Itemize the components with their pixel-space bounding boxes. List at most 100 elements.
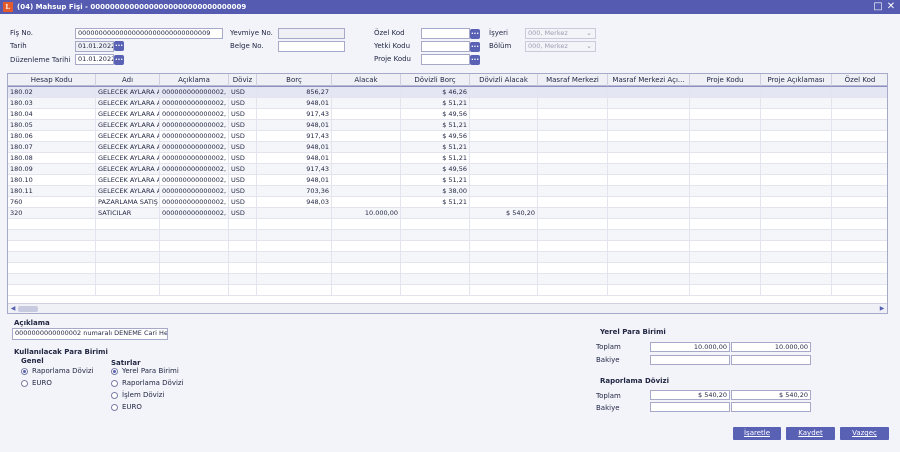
table-row[interactable]: 180.03 GELECEK AYLARA Aİ 000000000000002, U… — [8, 98, 887, 109]
table-cell[interactable]: 320 — [8, 208, 96, 219]
table-cell[interactable] — [332, 109, 401, 120]
table-cell[interactable] — [538, 186, 608, 197]
table-cell[interactable] — [470, 285, 538, 296]
column-header[interactable]: Açıklama — [160, 74, 229, 86]
table-cell[interactable] — [832, 175, 887, 186]
table-cell[interactable] — [761, 98, 832, 109]
table-cell[interactable]: 180.05 — [8, 120, 96, 131]
table-cell[interactable]: $ 51,21 — [401, 197, 470, 208]
maximize-icon[interactable]: □ — [872, 1, 884, 13]
table-cell[interactable] — [160, 230, 229, 241]
table-cell[interactable] — [761, 153, 832, 164]
column-header[interactable]: Dövizli Alacak — [470, 74, 538, 86]
table-cell[interactable]: 180.08 — [8, 153, 96, 164]
table-cell[interactable] — [332, 230, 401, 241]
tarih-picker-button[interactable]: ... — [114, 41, 124, 51]
table-cell[interactable] — [832, 109, 887, 120]
table-cell[interactable] — [8, 219, 96, 230]
table-cell[interactable]: $ 49,56 — [401, 131, 470, 142]
table-cell[interactable] — [401, 219, 470, 230]
table-cell[interactable] — [538, 153, 608, 164]
table-cell[interactable]: USD — [229, 197, 257, 208]
table-cell[interactable] — [690, 230, 761, 241]
radio-genel-euro[interactable]: EURO — [21, 379, 52, 387]
table-cell[interactable]: 856,27 — [257, 87, 332, 98]
table-cell[interactable] — [608, 219, 690, 230]
table-cell[interactable]: $ 46,26 — [401, 87, 470, 98]
scroll-left-icon[interactable]: ◀ — [8, 304, 18, 313]
table-cell[interactable] — [608, 197, 690, 208]
table-cell[interactable] — [761, 109, 832, 120]
table-cell[interactable] — [401, 285, 470, 296]
table-cell[interactable]: 000000000000002, — [160, 120, 229, 131]
table-cell[interactable] — [538, 175, 608, 186]
table-cell[interactable] — [401, 230, 470, 241]
table-cell[interactable] — [96, 274, 160, 285]
belge-no-field[interactable] — [278, 41, 345, 52]
table-cell[interactable]: 000000000000002, — [160, 98, 229, 109]
table-cell[interactable] — [832, 230, 887, 241]
table-cell[interactable]: 948,01 — [257, 98, 332, 109]
table-cell[interactable] — [690, 164, 761, 175]
isyeri-select[interactable]: 000, Merkez ⌄ — [525, 28, 596, 39]
table-cell[interactable]: 948,01 — [257, 142, 332, 153]
table-cell[interactable]: $ 38,00 — [401, 186, 470, 197]
table-cell[interactable] — [470, 164, 538, 175]
table-cell[interactable] — [761, 197, 832, 208]
table-cell[interactable] — [8, 274, 96, 285]
table-cell[interactable]: USD — [229, 87, 257, 98]
table-cell[interactable] — [229, 219, 257, 230]
table-cell[interactable] — [761, 263, 832, 274]
table-cell[interactable] — [832, 153, 887, 164]
table-cell[interactable] — [832, 87, 887, 98]
table-cell[interactable]: USD — [229, 142, 257, 153]
table-row[interactable]: 180.06 GELECEK AYLARA Aİ 000000000000002, U… — [8, 131, 887, 142]
table-cell[interactable] — [257, 274, 332, 285]
table-cell[interactable] — [690, 285, 761, 296]
table-cell[interactable]: $ 540,20 — [470, 208, 538, 219]
table-cell[interactable]: GELECEK AYLARA Aİ — [96, 164, 160, 175]
table-cell[interactable] — [832, 164, 887, 175]
table-cell[interactable]: 703,36 — [257, 186, 332, 197]
table-cell[interactable]: GELECEK AYLARA Aİ — [96, 153, 160, 164]
table-cell[interactable]: $ 49,56 — [401, 164, 470, 175]
table-cell[interactable] — [470, 263, 538, 274]
table-cell[interactable] — [690, 263, 761, 274]
table-cell[interactable] — [538, 230, 608, 241]
table-cell[interactable] — [401, 241, 470, 252]
table-cell[interactable] — [832, 263, 887, 274]
table-row[interactable]: 180.09 GELECEK AYLARA Aİ 000000000000002, U… — [8, 164, 887, 175]
table-cell[interactable] — [8, 263, 96, 274]
table-cell[interactable] — [538, 241, 608, 252]
table-cell[interactable] — [332, 98, 401, 109]
table-cell[interactable]: 948,01 — [257, 120, 332, 131]
yetki-kodu-field[interactable] — [421, 41, 470, 52]
table-cell[interactable]: 000000000000002, — [160, 197, 229, 208]
table-cell[interactable] — [257, 208, 332, 219]
table-cell[interactable] — [761, 285, 832, 296]
table-cell[interactable]: USD — [229, 109, 257, 120]
table-cell[interactable] — [332, 274, 401, 285]
table-cell[interactable] — [690, 252, 761, 263]
table-cell[interactable] — [538, 197, 608, 208]
table-cell[interactable] — [257, 230, 332, 241]
table-cell[interactable] — [608, 142, 690, 153]
table-cell[interactable] — [401, 252, 470, 263]
table-cell[interactable] — [832, 285, 887, 296]
table-cell[interactable]: USD — [229, 164, 257, 175]
table-cell[interactable] — [761, 186, 832, 197]
table-cell[interactable] — [608, 186, 690, 197]
table-cell[interactable]: 180.09 — [8, 164, 96, 175]
table-cell[interactable]: 917,43 — [257, 109, 332, 120]
table-cell[interactable]: 180.02 — [8, 87, 96, 98]
fis-no-field[interactable]: 00000000000000000000000000000009 — [75, 28, 223, 39]
table-cell[interactable] — [538, 208, 608, 219]
table-cell[interactable] — [538, 120, 608, 131]
table-cell[interactable]: 917,43 — [257, 164, 332, 175]
table-cell[interactable]: $ 51,21 — [401, 98, 470, 109]
table-row[interactable]: 180.05 GELECEK AYLARA Aİ 000000000000002, U… — [8, 120, 887, 131]
column-header[interactable]: Proje Kodu — [690, 74, 761, 86]
table-cell[interactable] — [96, 263, 160, 274]
table-cell[interactable] — [160, 263, 229, 274]
table-row[interactable]: 180.11 GELECEK AYLARA Aİ 000000000000002, U… — [8, 186, 887, 197]
